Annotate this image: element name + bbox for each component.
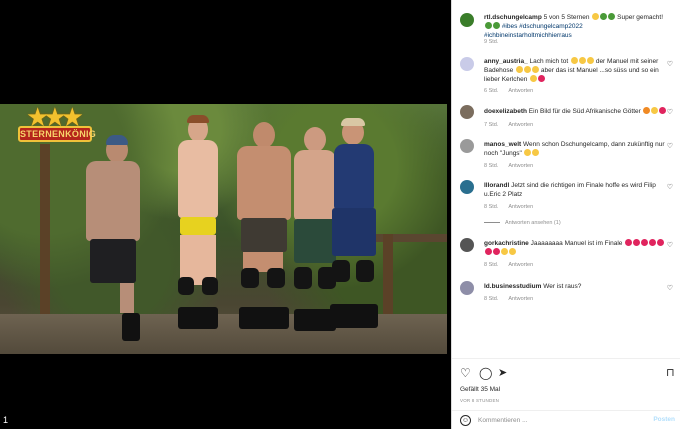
bookmark-icon[interactable]: ⊓ — [666, 367, 675, 379]
comment-username[interactable]: doexelizabeth — [484, 108, 527, 115]
post-video[interactable]: ★★★ STERNENKÖNIG — [0, 104, 447, 354]
author-username[interactable]: rtl.dschungelcamp — [484, 14, 542, 21]
commenter-avatar[interactable] — [460, 281, 474, 295]
post-side-panel: rtl.dschungelcamp 5 von 5 Sternen Super … — [451, 0, 680, 429]
commenter-avatar[interactable] — [460, 139, 474, 153]
like-heart-icon[interactable]: ♡ — [460, 367, 471, 379]
reply-link[interactable]: Antworten — [508, 296, 533, 302]
like-comment-icon[interactable]: ♡ — [667, 60, 673, 68]
leaf-emoji — [599, 13, 607, 20]
commenter-avatar[interactable] — [460, 238, 474, 252]
like-comment-icon[interactable]: ♡ — [667, 183, 673, 191]
contestant-3 — [233, 122, 295, 342]
snake-emoji — [492, 22, 500, 29]
reply-link[interactable]: Antworten — [508, 163, 533, 169]
comment-username[interactable]: manos_welt — [484, 141, 521, 148]
snake-emoji — [607, 13, 615, 20]
comments-list[interactable]: rtl.dschungelcamp 5 von 5 Sternen Super … — [452, 0, 680, 358]
post-actions: ♡ ◯ ➤ ⊓ Gefällt 35 Mal VOR 8 STUNDEN — [452, 358, 680, 404]
commenter-avatar[interactable] — [460, 180, 474, 194]
comment-username[interactable]: gorkachristine — [484, 240, 529, 247]
comment-username[interactable]: lllorandl — [484, 182, 509, 189]
like-comment-icon[interactable]: ♡ — [667, 142, 673, 150]
leaf-emoji — [484, 22, 492, 29]
reply-link[interactable]: Antworten — [508, 122, 533, 128]
like-comment-icon[interactable]: ♡ — [667, 284, 673, 292]
commenter-avatar[interactable] — [460, 57, 474, 71]
like-comment-icon[interactable]: ♡ — [667, 241, 673, 249]
reply-link[interactable]: Antworten — [508, 204, 533, 210]
post-comment-button[interactable]: Posten — [653, 416, 675, 423]
likes-count[interactable]: Gefällt 35 Mal — [460, 386, 500, 393]
corner-indicator: 1 — [3, 415, 9, 425]
reply-link[interactable]: Antworten — [508, 262, 533, 268]
emoji-picker-icon[interactable]: ☺ — [460, 415, 471, 426]
posted-time: VOR 8 STUNDEN — [460, 398, 500, 403]
contestant-1 — [72, 135, 150, 342]
view-replies-link[interactable]: Antworten ansehen (1) — [484, 220, 561, 226]
author-avatar[interactable] — [460, 13, 474, 27]
reply-link[interactable]: Antworten — [508, 88, 533, 94]
share-send-icon[interactable]: ➤ — [498, 367, 507, 379]
add-comment-bar: ☺ Posten — [452, 410, 680, 429]
comment-username[interactable]: ld.businesstudium — [484, 283, 541, 290]
comment-input[interactable] — [478, 414, 638, 427]
comment-bubble-icon[interactable]: ◯ — [479, 367, 492, 379]
like-comment-icon[interactable]: ♡ — [667, 108, 673, 116]
star-emoji — [591, 13, 599, 20]
contestant-5 — [326, 118, 386, 342]
comment-username[interactable]: anny_austria_ — [484, 58, 528, 65]
commenter-avatar[interactable] — [460, 105, 474, 119]
contestant-2 — [170, 115, 226, 342]
media-pane: ★★★ STERNENKÖNIG 1 — [0, 0, 451, 429]
caption-time: 9 Std. — [484, 39, 499, 45]
